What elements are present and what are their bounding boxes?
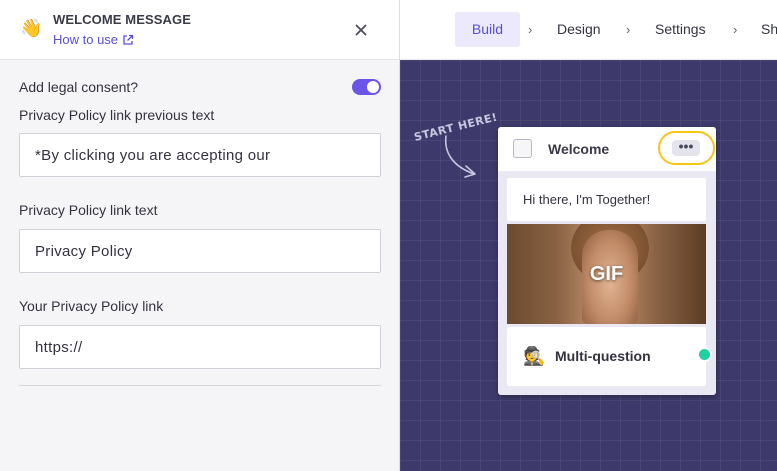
waving-hand-icon: 👋 — [20, 18, 43, 38]
panel-header: 👋 WELCOME MESSAGE How to use — [0, 0, 399, 60]
card-header: Welcome ••• — [498, 127, 716, 171]
privacy-prev-text-label: Privacy Policy link previous text — [19, 107, 215, 123]
tab-settings[interactable]: Settings — [655, 12, 706, 47]
panel-title: WELCOME MESSAGE — [53, 12, 192, 27]
welcome-card[interactable]: Welcome ••• Hi there, I'm Together! GIF … — [498, 127, 716, 395]
privacy-link-url-input[interactable] — [19, 325, 381, 369]
multi-question-block[interactable]: 🕵 Multi-question — [507, 327, 706, 386]
chevron-right-icon: › — [626, 22, 631, 37]
divider — [19, 385, 381, 386]
privacy-link-text-input[interactable] — [19, 229, 381, 273]
privacy-prev-text-input[interactable] — [19, 133, 381, 177]
welcome-message-text[interactable]: Hi there, I'm Together! — [507, 178, 706, 221]
tab-share[interactable]: Sh — [761, 12, 777, 47]
legal-consent-row: Add legal consent? — [19, 77, 381, 97]
legal-consent-toggle[interactable] — [352, 79, 381, 95]
settings-panel: 👋 WELCOME MESSAGE How to use Add legal c… — [0, 0, 400, 471]
privacy-link-url-label: Your Privacy Policy link — [19, 298, 164, 314]
close-button[interactable] — [351, 20, 371, 40]
card-select-checkbox[interactable] — [513, 139, 532, 158]
card-title: Welcome — [548, 141, 610, 157]
chevron-right-icon: › — [733, 22, 738, 37]
multi-question-label: Multi-question — [555, 348, 651, 364]
gif-image[interactable]: GIF — [507, 224, 706, 324]
privacy-link-text-label: Privacy Policy link text — [19, 202, 158, 218]
tab-build[interactable]: Build — [455, 12, 520, 47]
detective-icon: 🕵 — [523, 346, 546, 366]
how-to-use-label: How to use — [53, 32, 119, 47]
legal-consent-label: Add legal consent? — [19, 79, 139, 95]
more-dots-icon: ••• — [672, 139, 700, 156]
chevron-right-icon: › — [528, 22, 533, 37]
gif-label: GIF — [589, 263, 624, 285]
close-icon — [355, 24, 367, 36]
external-link-icon — [123, 34, 134, 45]
card-menu-button[interactable]: ••• — [658, 131, 715, 165]
start-here-text: START HERE! — [413, 111, 499, 144]
tab-design[interactable]: Design — [557, 12, 601, 47]
toggle-knob — [367, 81, 379, 93]
builder-canvas[interactable]: START HERE! Welcome ••• Hi there, I'm To… — [400, 60, 777, 471]
start-here-annotation: START HERE! — [413, 111, 499, 178]
connector-handle[interactable] — [697, 347, 712, 362]
how-to-use-link[interactable]: How to use — [53, 32, 134, 47]
top-navigation: Build › Design › Settings › Sh — [400, 0, 777, 60]
